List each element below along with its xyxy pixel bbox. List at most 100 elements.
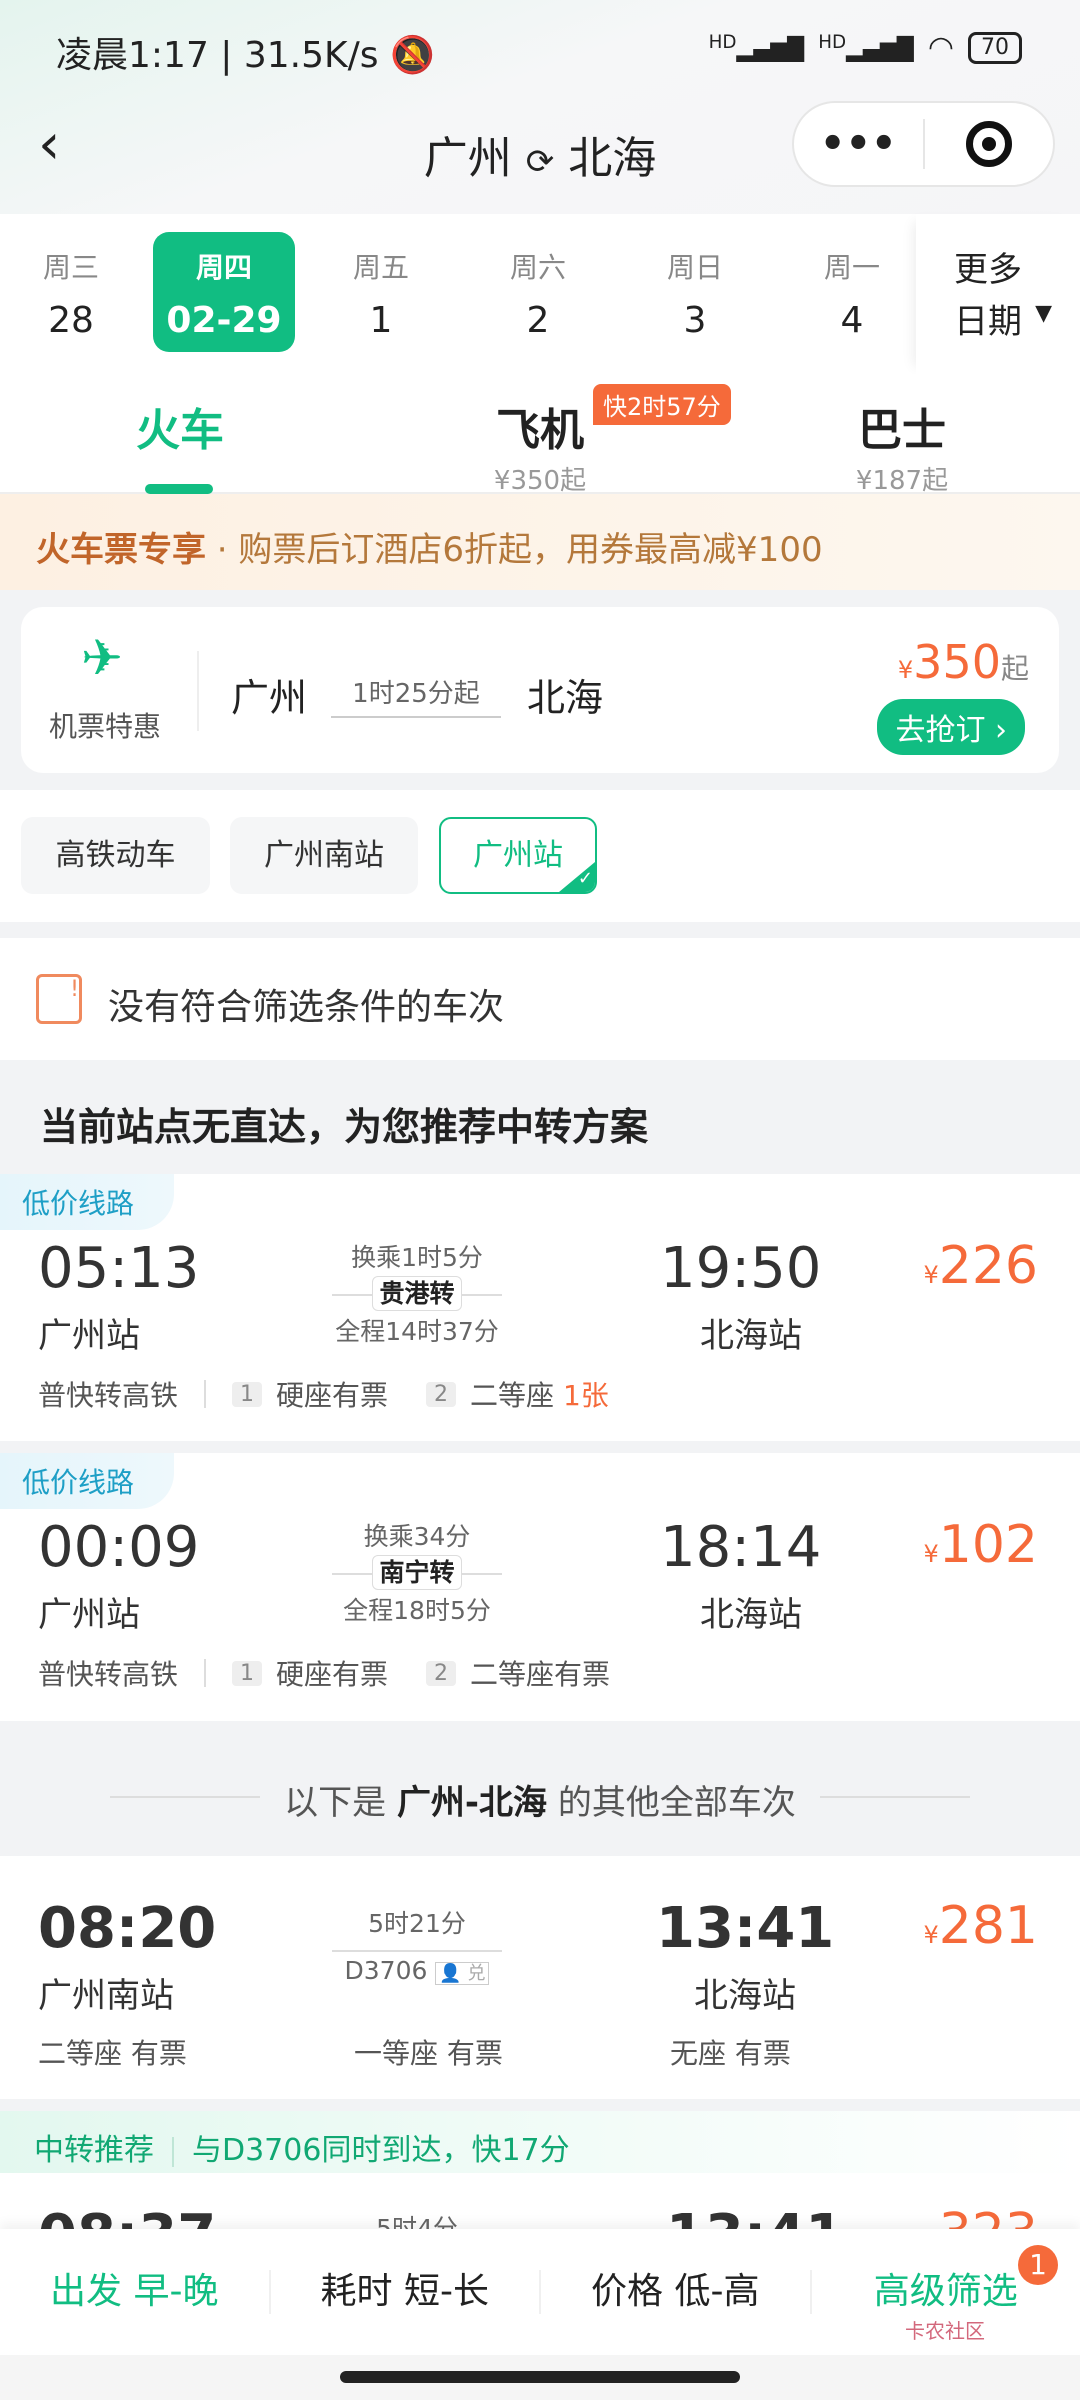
recommend-text: 与D3706同时到达，快17分 bbox=[192, 2133, 570, 2168]
divider-prefix: 以下是 bbox=[284, 1783, 397, 1823]
currency: ¥ bbox=[923, 1540, 939, 1568]
date-item[interactable]: 周一 4 bbox=[781, 232, 923, 352]
date-item[interactable]: 周日 3 bbox=[624, 232, 766, 352]
flight-deal-card[interactable]: ✈ 机票特惠 广州 1时25分起 北海 ¥350起 去抢订 › bbox=[21, 607, 1059, 773]
gesture-bar bbox=[0, 2355, 1080, 2400]
no-results: ! 没有符合筛选条件的车次 bbox=[0, 938, 1080, 1060]
day: 2 bbox=[526, 300, 550, 341]
more-menu-button[interactable]: ••• bbox=[794, 119, 925, 169]
day: 3 bbox=[683, 300, 707, 341]
seat-availability: 一等座 有票 bbox=[354, 2037, 503, 2070]
more-dates-button[interactable]: 更多日期 ▼ bbox=[916, 214, 1080, 374]
promo-banner[interactable]: 火车票专享 · 购票后订酒店6折起，用券最高减¥100 bbox=[0, 494, 1080, 590]
divider-route: 广州-北海 bbox=[396, 1783, 548, 1823]
flight-duration: 1时25分起 bbox=[331, 673, 501, 718]
from-city: 广州 bbox=[423, 133, 512, 184]
sort-departure[interactable]: 出发 早-晚 bbox=[0, 2270, 271, 2314]
recommend-label: 中转推荐 bbox=[34, 2133, 154, 2168]
to-city: 北海 bbox=[568, 133, 657, 184]
day: 1 bbox=[369, 300, 393, 341]
train-type: 普快转高铁 bbox=[38, 1658, 179, 1691]
depart-time: 00:09 bbox=[38, 1515, 200, 1580]
date-item[interactable]: 周六 2 bbox=[467, 232, 609, 352]
depart-time: 05:13 bbox=[38, 1236, 200, 1301]
tab-bus[interactable]: 巴士 ¥187起 bbox=[802, 394, 1002, 497]
transfer-recommend-banner[interactable]: 中转推荐 与D3706同时到达，快17分 bbox=[0, 2111, 1080, 2173]
segment-seat: 硬座有票 bbox=[276, 1379, 389, 1412]
more-label: 更多 bbox=[954, 250, 1022, 290]
to-city: 北海 bbox=[527, 676, 604, 720]
promo-title: 火车票专享 bbox=[36, 530, 206, 570]
tab-price: ¥187起 bbox=[855, 466, 949, 496]
signal-icon: HD▂▄▆█ bbox=[708, 32, 805, 63]
train-card[interactable]: 08:20 广州南站 5时21分 D3706 👤 兑 13:41 北海站 ¥28… bbox=[0, 1856, 1080, 2099]
currency: ¥ bbox=[897, 656, 914, 684]
via-label: 贵港转 bbox=[372, 1276, 462, 1311]
hd-label: HD bbox=[818, 32, 847, 54]
date-item[interactable]: 周五 1 bbox=[310, 232, 452, 352]
segment-number: 2 bbox=[426, 1660, 457, 1686]
tab-train[interactable]: 火车 bbox=[80, 394, 280, 458]
weekday: 周日 bbox=[666, 251, 723, 284]
arrive-time: 19:50 bbox=[660, 1236, 822, 1301]
mute-icon: 🔕 bbox=[389, 35, 435, 76]
book-flight-button[interactable]: 去抢订 › bbox=[877, 699, 1025, 755]
transport-tabs: 火车 飞机 ¥350起 巴士 ¥187起 bbox=[0, 374, 1080, 497]
flight-deal-label: 机票特惠 bbox=[49, 710, 162, 743]
price-value: 350 bbox=[913, 635, 1001, 689]
price-value: 102 bbox=[938, 1515, 1038, 1575]
day: 02-29 bbox=[166, 300, 282, 341]
ticket-alert-icon: ! bbox=[36, 974, 82, 1024]
filter-count-badge: 1 bbox=[1018, 2245, 1058, 2285]
dates-label: 日期 bbox=[954, 302, 1022, 342]
price: ¥281 bbox=[923, 1896, 1038, 1956]
currency: ¥ bbox=[923, 1261, 939, 1289]
duration: 5时21分 bbox=[332, 1904, 502, 1952]
weekday: 周五 bbox=[352, 251, 409, 284]
day: 28 bbox=[48, 300, 94, 341]
divider bbox=[197, 651, 199, 731]
total-duration: 全程14时37分 bbox=[335, 1317, 499, 1346]
filter-guangzhou-south[interactable]: 广州南站 bbox=[230, 817, 418, 894]
seat-info: 普快转高铁 1 硬座有票 2 二等座有票 bbox=[38, 1653, 610, 1693]
filter-guangzhou-station[interactable]: 广州站 bbox=[439, 817, 597, 894]
date-item-selected[interactable]: 周四 02-29 bbox=[153, 232, 295, 352]
price: ¥226 bbox=[923, 1236, 1038, 1296]
home-indicator[interactable] bbox=[340, 2371, 740, 2383]
promo-text: · 购票后订酒店6折起，用券最高减¥100 bbox=[206, 530, 823, 570]
watermark-logo: 卡农社区 bbox=[905, 2319, 985, 2343]
tab-label: 巴士 bbox=[858, 405, 946, 456]
train-number[interactable]: D3706 bbox=[345, 1956, 428, 1985]
hd-label: HD bbox=[708, 32, 737, 54]
date-item[interactable]: 周三 28 bbox=[0, 232, 142, 352]
weekday: 周一 bbox=[823, 251, 880, 284]
arrive-station: 北海站 bbox=[700, 1595, 802, 1635]
tab-label: 火车 bbox=[136, 405, 224, 456]
sort-duration[interactable]: 耗时 短-长 bbox=[271, 2270, 541, 2314]
segment-seat: 二等座 bbox=[470, 1379, 555, 1412]
transfer-route-card[interactable]: 低价线路 05:13 广州站 换乘1时5分 贵港转 全程14时37分 19:50… bbox=[0, 1174, 1080, 1441]
close-mini-program-button[interactable] bbox=[925, 121, 1054, 167]
seat-availability: 无座 有票 bbox=[670, 2037, 791, 2070]
caret-down-icon: ▼ bbox=[1035, 301, 1052, 326]
sort-price[interactable]: 价格 低-高 bbox=[541, 2270, 812, 2314]
segment-number: 1 bbox=[232, 1660, 263, 1686]
weekday: 周四 bbox=[195, 251, 252, 284]
segment-seat: 硬座有票 bbox=[276, 1658, 389, 1691]
arrive-time: 18:14 bbox=[660, 1515, 822, 1580]
price: ¥102 bbox=[923, 1515, 1038, 1575]
transfer-time: 换乘1时5分 bbox=[351, 1243, 483, 1272]
from-city: 广州 bbox=[231, 676, 308, 720]
airplane-icon: ✈ bbox=[81, 629, 123, 687]
swap-icon[interactable]: ⟳ bbox=[526, 142, 555, 182]
segment-number: 1 bbox=[232, 1381, 263, 1407]
id-exchange-icons: 👤 兑 bbox=[435, 1962, 490, 1985]
filter-high-speed[interactable]: 高铁动车 bbox=[21, 817, 210, 894]
transfer-route-card[interactable]: 低价线路 00:09 广州站 换乘34分 南宁转 全程18时5分 18:14 北… bbox=[0, 1453, 1080, 1721]
seat-info: 普快转高铁 1 硬座有票 2 二等座 1张 bbox=[38, 1374, 609, 1414]
total-duration: 全程18时5分 bbox=[343, 1596, 491, 1625]
signal-icon-2: HD▂▄▆█ bbox=[818, 32, 914, 63]
train-card-partial[interactable]: 08:37 5时4分 13:41 323 bbox=[0, 2173, 1080, 2233]
low-price-tag: 低价线路 bbox=[0, 1453, 175, 1509]
date-selector: 周三 28 周四 02-29 周五 1 周六 2 周日 3 周一 4 更多日期 ▼ bbox=[0, 214, 1080, 374]
